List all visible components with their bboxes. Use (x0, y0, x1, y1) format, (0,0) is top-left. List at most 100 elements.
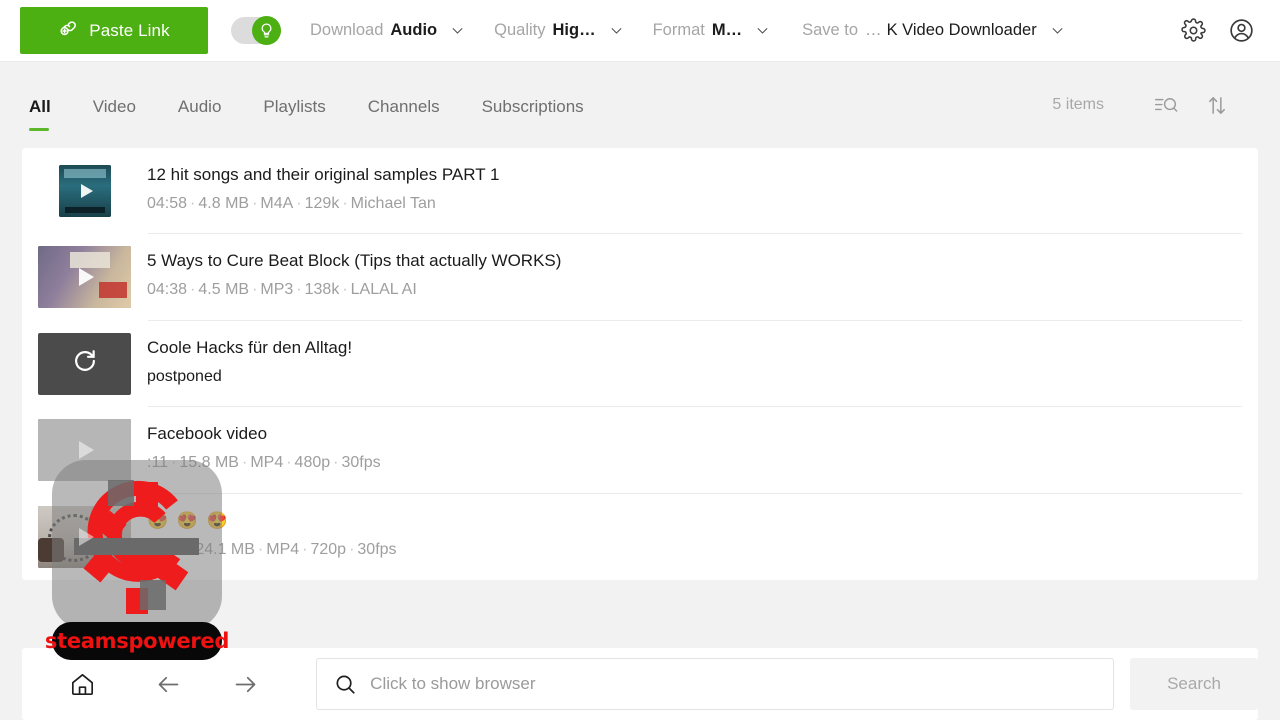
search-placeholder: Click to show browser (370, 674, 536, 693)
refresh-retry-icon (71, 347, 99, 380)
video-thumbnail[interactable] (59, 165, 111, 217)
video-thumbnail[interactable] (38, 246, 131, 309)
sort-arrows-icon[interactable] (1200, 88, 1234, 122)
row-text-block: Coole Hacks für den Alltag! postponed (147, 321, 352, 387)
tab-playlists[interactable]: Playlists (263, 97, 325, 131)
meta-sep: · (190, 195, 196, 212)
download-type-selector[interactable]: Download Audio (310, 21, 465, 40)
row-title: 5 Ways to Cure Beat Block (Tips that act… (147, 251, 562, 271)
arrow-left-icon[interactable] (147, 662, 188, 706)
meta-fps: 30fps (357, 540, 397, 558)
chevron-down-icon (609, 23, 624, 38)
meta-sep: · (171, 454, 177, 472)
meta-bitrate: 138k (304, 281, 340, 299)
row-text-block: Facebook video :11 · 15.8 MB · MP4 · 480p · 30fp… (147, 407, 381, 473)
meta-sep: · (241, 454, 248, 472)
meta-sep: · (286, 454, 292, 472)
play-icon (79, 268, 94, 287)
save-to-selector[interactable]: Save to … K Video Downloader (802, 21, 1065, 40)
row-text-block: 😍 😍 😍 0… 4 · 24.1 MB · MP4 · 720p · 30fps (147, 494, 397, 560)
meta-fps: 30fps (341, 454, 381, 472)
gear-icon[interactable] (1176, 14, 1210, 48)
meta-author: LALAL AI (350, 281, 417, 299)
meta-size: 15.8 MB (179, 454, 239, 472)
row-title: Facebook video (147, 424, 268, 444)
table-row[interactable]: 12 hit songs and their original samples … (22, 148, 1258, 235)
meta-author: Michael Tan (350, 195, 436, 212)
tab-channels[interactable]: Channels (368, 97, 440, 131)
chevron-down-icon (450, 23, 465, 38)
meta-sep: · (349, 540, 355, 558)
meta-sep: · (252, 281, 258, 299)
meta-sep: · (190, 281, 196, 299)
play-icon (81, 184, 93, 198)
meta-duration: 04:38 (147, 281, 188, 299)
content-tabs-bar: All Video Audio Playlists Channels Subsc… (0, 62, 1280, 148)
quality-value: Hig… (552, 21, 596, 39)
meta-sep: · (342, 195, 348, 212)
download-value: Audio (390, 21, 438, 39)
meta-format: MP4 (266, 540, 300, 558)
video-thumbnail[interactable] (38, 505, 131, 568)
meta-bitrate: 129k (304, 195, 340, 212)
row-meta: :11 · 15.8 MB · MP4 · 480p · 30fps (147, 453, 381, 473)
retry-thumbnail[interactable] (38, 332, 131, 395)
meta-duration: 04:58 (147, 195, 188, 212)
app-window: Paste Link Download Audio Quality Hig… F… (0, 0, 1280, 720)
row-title: 12 hit songs and their original samples … (147, 165, 500, 184)
row-meta: 0… 4 · 24.1 MB · MP4 · 720p · 30fps (147, 540, 397, 560)
table-row[interactable]: Facebook video :11 · 15.8 MB · MP4 · 480p · 30fp… (22, 407, 1258, 494)
download-list: 12 hit songs and their original samples … (22, 148, 1258, 580)
meta-sep: · (302, 540, 308, 558)
meta-sep: · (296, 195, 302, 212)
meta-size: 4.8 MB (198, 195, 250, 212)
meta-sep: · (342, 281, 348, 299)
meta-sep: · (333, 454, 339, 472)
save-to-path-ellipsis: … (865, 21, 882, 39)
browser-url-field[interactable]: Click to show browser (316, 658, 1115, 710)
tab-all[interactable]: All (29, 97, 51, 131)
format-value: M… (711, 21, 743, 39)
table-row[interactable]: Coole Hacks für den Alltag! postponed (22, 321, 1258, 408)
meta-sep: · (252, 195, 258, 212)
chevron-down-icon (755, 23, 770, 38)
meta-sep: · (257, 540, 264, 558)
search-button[interactable]: Search (1130, 658, 1258, 710)
save-to-label: Save to (802, 21, 859, 39)
row-meta: 04:58 · 4.8 MB · M4A · 129k · Michael Tan (147, 194, 499, 214)
paste-link-button[interactable]: Paste Link (20, 7, 208, 54)
meta-format: MP3 (260, 281, 294, 299)
meta-resolution: 720p (310, 540, 347, 558)
tab-audio[interactable]: Audio (178, 97, 221, 131)
meta-sep: · (296, 281, 302, 299)
row-text-block: 12 hit songs and their original samples … (147, 148, 499, 214)
browser-bar: Click to show browser Search (22, 648, 1258, 720)
play-icon (79, 527, 94, 546)
meta-size: 4.5 MB (198, 281, 250, 299)
filter-search-icon[interactable] (1148, 88, 1182, 122)
meta-sep: · (187, 540, 193, 558)
save-to-value: K Video Downloader (886, 21, 1037, 39)
play-icon (79, 441, 94, 460)
row-title: 😍 😍 😍 (147, 510, 230, 530)
smart-mode-toggle[interactable] (231, 16, 281, 45)
row-text-block: 5 Ways to Cure Beat Block (Tips that act… (147, 234, 561, 300)
arrow-right-icon[interactable] (225, 662, 266, 706)
tab-list: All Video Audio Playlists Channels Subsc… (29, 79, 626, 131)
row-status: postponed (147, 367, 222, 385)
quality-label: Quality (494, 21, 546, 39)
table-row[interactable]: 5 Ways to Cure Beat Block (Tips that act… (22, 234, 1258, 321)
paste-link-label: Paste Link (89, 20, 170, 40)
row-title: Coole Hacks für den Alltag! (147, 337, 353, 357)
table-row[interactable]: 😍 😍 😍 0… 4 · 24.1 MB · MP4 · 720p · 30fps (22, 494, 1258, 580)
format-selector[interactable]: Format M… (653, 21, 771, 40)
video-thumbnail[interactable] (38, 419, 131, 482)
home-icon[interactable] (62, 662, 103, 706)
link-plus-icon (58, 17, 80, 44)
tab-video[interactable]: Video (93, 97, 136, 131)
tabs-right-controls: 5 items (1052, 88, 1234, 122)
tab-subscriptions[interactable]: Subscriptions (482, 97, 584, 131)
quality-selector[interactable]: Quality Hig… (494, 21, 623, 40)
user-circle-icon[interactable] (1224, 14, 1258, 48)
download-label: Download (310, 21, 384, 39)
